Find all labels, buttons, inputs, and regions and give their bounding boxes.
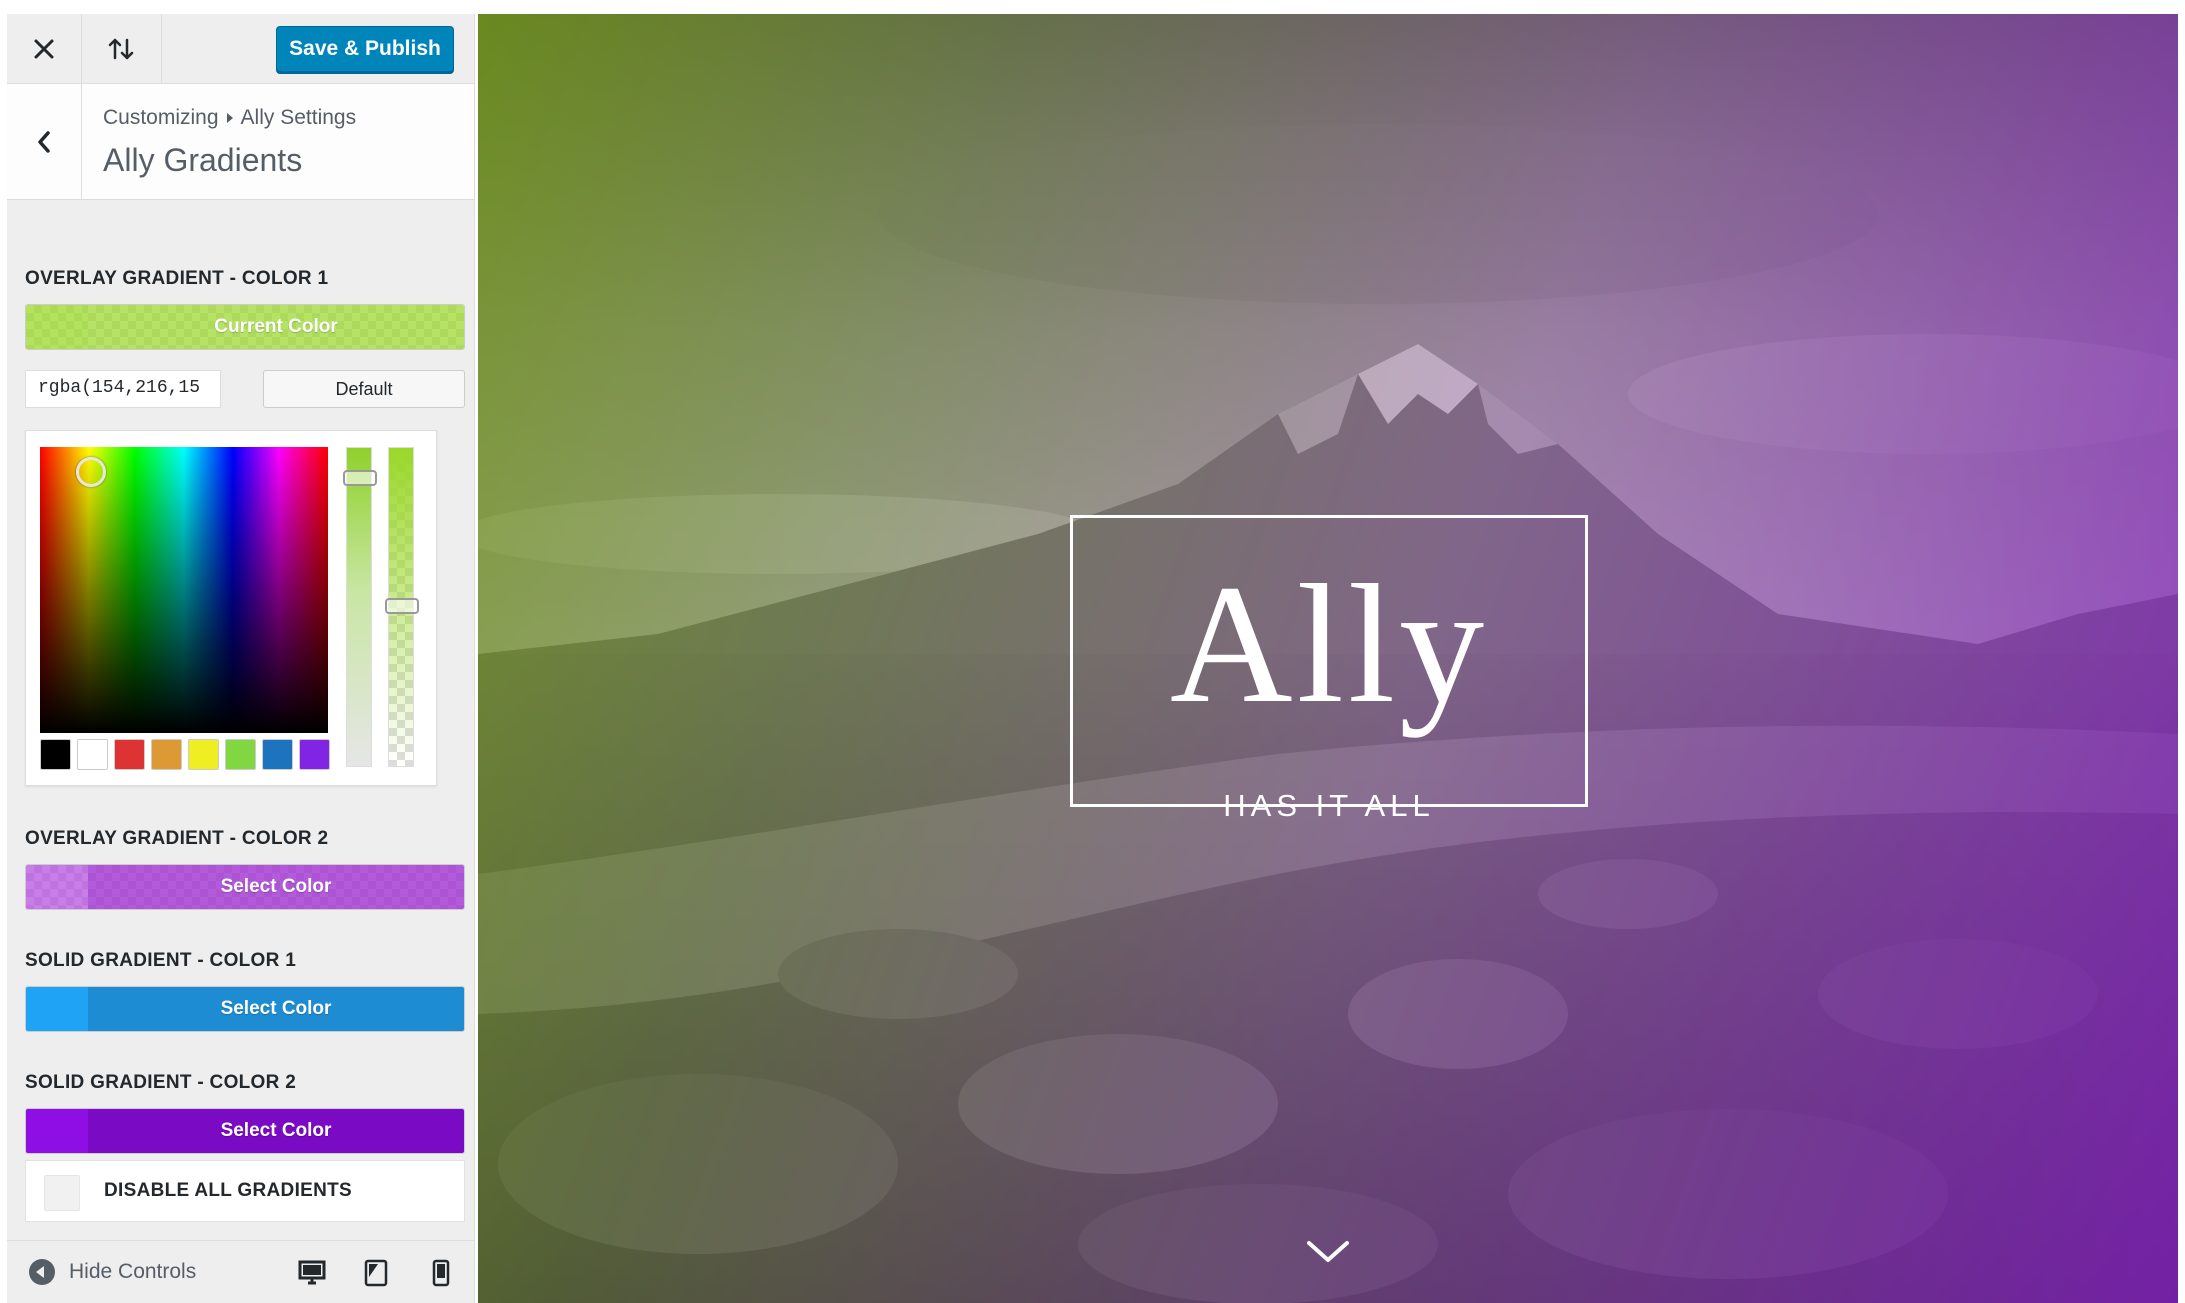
solid-color-2-text: Select Color bbox=[88, 1109, 464, 1153]
palette-swatch-red[interactable] bbox=[114, 739, 145, 770]
overlay-color-2-text: Select Color bbox=[220, 876, 332, 897]
solid-color-2-swatch bbox=[26, 1109, 88, 1153]
breadcrumb-arrow-icon bbox=[226, 113, 233, 123]
overlay-color-2-text-area: Select Color bbox=[88, 865, 464, 909]
close-button[interactable] bbox=[7, 14, 82, 84]
section-header: Customizing Ally Settings Ally Gradients bbox=[7, 84, 474, 200]
saturation-handle[interactable] bbox=[343, 470, 377, 486]
site-tagline: HAS IT ALL bbox=[1223, 788, 1435, 823]
opacity-handle[interactable] bbox=[385, 598, 419, 614]
customizer-sidebar: Save & Publish Customizing Ally Settings… bbox=[7, 14, 475, 1303]
palette-swatch-white[interactable] bbox=[77, 739, 108, 770]
saturation-slider[interactable] bbox=[343, 447, 377, 767]
overlay-color-1-text-area: Current Color bbox=[88, 305, 464, 349]
collapse-icon bbox=[29, 1259, 55, 1285]
color-picker bbox=[25, 430, 437, 786]
overlay-color-2-label: OVERLAY GRADIENT - COLOR 2 bbox=[25, 828, 329, 849]
disable-gradients-checkbox[interactable] bbox=[44, 1175, 80, 1211]
overlay-color-1-text: Current Color bbox=[214, 316, 338, 337]
desktop-icon[interactable] bbox=[297, 1259, 327, 1287]
hide-controls-button[interactable]: Hide Controls bbox=[29, 1259, 196, 1285]
palette-swatch-yellow[interactable] bbox=[188, 739, 219, 770]
reorder-button[interactable] bbox=[82, 14, 162, 84]
overlay-color-1-swatch bbox=[26, 305, 88, 349]
chevron-left-icon bbox=[38, 131, 50, 153]
palette-swatch-green[interactable] bbox=[225, 739, 256, 770]
site-preview: Ally HAS IT ALL bbox=[478, 14, 2178, 1303]
sort-arrows-icon bbox=[108, 38, 133, 60]
solid-color-1-swatch bbox=[26, 987, 88, 1031]
palette-swatch-orange[interactable] bbox=[151, 739, 182, 770]
close-icon bbox=[34, 39, 54, 59]
mobile-icon[interactable] bbox=[431, 1259, 451, 1287]
spectrum-handle[interactable] bbox=[76, 457, 106, 487]
overlay-color-1-label: OVERLAY GRADIENT - COLOR 1 bbox=[25, 268, 329, 289]
save-publish-button[interactable]: Save & Publish bbox=[276, 26, 454, 72]
breadcrumb: Customizing Ally Settings bbox=[103, 106, 356, 130]
color-value-input[interactable]: rgba(154,216,15 bbox=[25, 370, 221, 408]
tablet-icon[interactable] bbox=[363, 1259, 389, 1287]
solid-color-2-label: SOLID GRADIENT - COLOR 2 bbox=[25, 1072, 297, 1093]
breadcrumb-current: Ally Settings bbox=[240, 106, 357, 129]
palette-swatch-purple[interactable] bbox=[299, 739, 330, 770]
palette-row bbox=[40, 739, 330, 770]
controls-panel: OVERLAY GRADIENT - COLOR 1 Current Color… bbox=[7, 200, 474, 1240]
opacity-slider[interactable] bbox=[385, 447, 419, 767]
chevron-down-icon[interactable] bbox=[1305, 1239, 1351, 1265]
overlay-color-2-button[interactable]: Select Color bbox=[25, 864, 465, 910]
overlay-color-2-swatch bbox=[26, 865, 88, 909]
hide-controls-label: Hide Controls bbox=[69, 1260, 197, 1283]
solid-color-1-button[interactable]: Select Color bbox=[25, 986, 465, 1032]
customizer-footer: Hide Controls bbox=[7, 1240, 474, 1303]
overlay-color-1-button[interactable]: Current Color bbox=[25, 304, 465, 350]
site-logo[interactable]: Ally bbox=[1070, 554, 1588, 734]
color-spectrum[interactable] bbox=[40, 447, 328, 733]
breadcrumb-root: Customizing bbox=[103, 106, 219, 129]
palette-swatch-black[interactable] bbox=[40, 739, 71, 770]
disable-gradients-row[interactable]: DISABLE ALL GRADIENTS bbox=[25, 1160, 465, 1222]
solid-color-1-text: Select Color bbox=[88, 987, 464, 1031]
solid-color-2-button[interactable]: Select Color bbox=[25, 1108, 465, 1154]
page-title: Ally Gradients bbox=[103, 142, 303, 178]
back-button[interactable] bbox=[7, 84, 82, 200]
customizer-toolbar: Save & Publish bbox=[7, 14, 474, 84]
default-color-button[interactable]: Default bbox=[263, 370, 465, 408]
disable-gradients-label: DISABLE ALL GRADIENTS bbox=[104, 1180, 353, 1201]
solid-color-1-label: SOLID GRADIENT - COLOR 1 bbox=[25, 950, 297, 971]
palette-swatch-blue[interactable] bbox=[262, 739, 293, 770]
